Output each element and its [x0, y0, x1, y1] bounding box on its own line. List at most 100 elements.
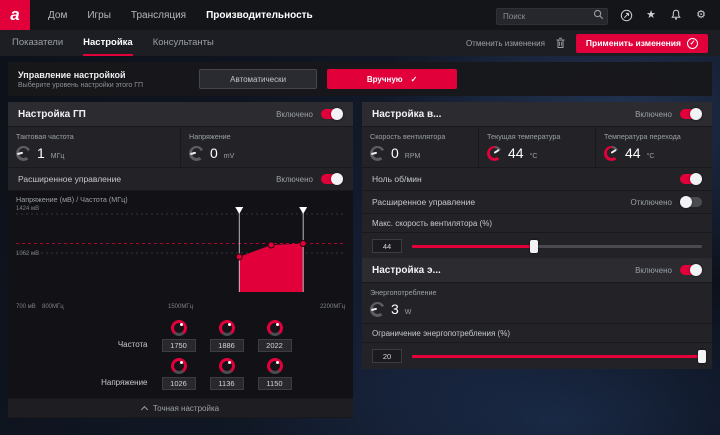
gauge-icon — [604, 145, 619, 161]
max-fan-speed-slider[interactable] — [412, 239, 702, 253]
star-icon[interactable]: ★ — [644, 8, 658, 22]
fan-advanced-toggle[interactable] — [680, 196, 702, 208]
fan-panel-header: Настройка в... Включено — [362, 102, 712, 126]
x-tick-label: 2200МГц — [319, 304, 345, 310]
voltage-value-1[interactable]: 1026 — [161, 377, 196, 390]
junction-temp-label: Температура перехода — [604, 132, 681, 141]
tab-metrics[interactable]: Показатели — [12, 30, 63, 56]
manual-mode-button[interactable]: Вручную ✓ — [327, 69, 458, 89]
power-panel-header: Настройка э... Включено — [362, 258, 712, 282]
voltage-frequency-curve[interactable] — [16, 207, 345, 293]
tuning-control-title: Управление настройкой — [18, 69, 126, 80]
nav-item-games[interactable]: Игры — [87, 10, 111, 21]
gpu-voltage-label: Напряжение — [189, 132, 231, 141]
current-temp-unit: °C — [529, 153, 538, 160]
current-temp-label: Текущая температура — [487, 132, 561, 141]
frequency-group-label: Частота — [117, 340, 148, 349]
zero-rpm-label: Ноль об/мин — [372, 174, 422, 184]
voltage-group-label: Напряжение — [101, 378, 148, 387]
voltage-knob-2[interactable] — [218, 358, 235, 374]
gpu-tuning-panel: Настройка ГП Включено Тактовая частота 1… — [8, 102, 353, 418]
auto-mode-button[interactable]: Автоматически — [199, 69, 318, 89]
gpu-panel-title: Настройка ГП — [18, 108, 86, 120]
tuning-control-strip: Управление настройкой Выберите уровень н… — [8, 62, 712, 96]
gpu-tuning-toggle[interactable] — [321, 108, 343, 120]
voltage-frequency-chart[interactable]: Напряжение (мВ) / Частота (МГц) 1424 мВ … — [8, 191, 353, 313]
gpu-advanced-label: Расширенное управление — [18, 174, 122, 184]
fan-speed-label: Скорость вентилятора — [370, 132, 446, 141]
frequency-value-2[interactable]: 1886 — [209, 339, 244, 352]
gpu-stats-row: Тактовая частота 1 МГц Напряжение 0 mV — [8, 127, 353, 167]
frequency-knob-2[interactable] — [218, 320, 235, 336]
power-limit-slider[interactable] — [412, 349, 706, 363]
gpu-panel-state: Включено — [276, 109, 313, 119]
nav-item-home[interactable]: Дом — [48, 10, 67, 21]
trash-icon[interactable] — [555, 37, 566, 49]
tuning-control-subtitle: Выберите уровень настройки этого ГП — [18, 81, 144, 89]
gauge-icon — [487, 145, 502, 161]
frequency-knob-group: Частота 1750 1886 2022 — [8, 317, 353, 355]
gpu-clock-label: Тактовая частота — [16, 132, 74, 141]
zero-rpm-toggle[interactable] — [680, 173, 702, 185]
power-label: Энергопотребление — [370, 288, 437, 297]
frequency-knob-1[interactable] — [170, 320, 187, 336]
power-stats-row: Энергопотребление 3 W — [362, 283, 712, 323]
amd-globe-icon[interactable] — [619, 8, 633, 22]
gpu-clock-stat: Тактовая частота 1 МГц — [8, 127, 180, 167]
fan-advanced-state: Отключено — [630, 197, 672, 207]
max-fan-speed-value[interactable]: 44 — [372, 239, 402, 253]
power-limit-slider-row: 20 — [362, 343, 712, 369]
power-tuning-toggle[interactable] — [680, 264, 702, 276]
search-input[interactable] — [496, 7, 608, 25]
gpu-advanced-toggle[interactable] — [321, 173, 343, 185]
fan-panel-title: Настройка в... — [372, 108, 442, 120]
chart-title: Напряжение (мВ) / Частота (МГц) — [16, 195, 128, 204]
voltage-value-2[interactable]: 1136 — [209, 377, 244, 390]
fan-tuning-toggle[interactable] — [680, 108, 702, 120]
amd-app-logo-icon[interactable]: a — [0, 0, 30, 30]
power-tuning-panel: Настройка э... Включено Энергопотреблени… — [362, 258, 712, 369]
frequency-knob-col: 2022 — [257, 320, 292, 352]
zero-rpm-row: Ноль об/мин — [362, 168, 712, 190]
fine-tuning-label: Точная настройка — [152, 403, 220, 413]
search-icon[interactable] — [593, 9, 604, 20]
voltage-value-3[interactable]: 1150 — [257, 377, 292, 390]
discard-changes-label[interactable]: Отменить изменения — [466, 39, 545, 48]
tuning-control-text: Управление настройкой Выберите уровень н… — [18, 70, 143, 89]
frequency-knob-3[interactable] — [266, 320, 283, 336]
check-icon: ✓ — [687, 37, 698, 49]
tab-tuning[interactable]: Настройка — [83, 30, 133, 56]
frequency-value-1[interactable]: 1750 — [161, 339, 196, 352]
power-value: 3 — [391, 301, 399, 317]
gpu-voltage-unit: mV — [223, 153, 235, 160]
power-limit-value[interactable]: 20 — [372, 349, 402, 363]
voltage-knob-1[interactable] — [170, 358, 187, 374]
apply-changes-button[interactable]: Применить изменения ✓ — [575, 33, 708, 53]
tab-advisors[interactable]: Консультанты — [153, 30, 214, 56]
bell-icon[interactable] — [669, 8, 683, 22]
fan-advanced-row: Расширенное управление Отключено — [362, 191, 712, 213]
current-temp-stat: Текущая температура 44 °C — [479, 127, 595, 167]
gpu-panel-header: Настройка ГП Включено — [8, 102, 353, 126]
check-icon: ✓ — [410, 74, 418, 84]
voltage-knob-col: 1136 — [209, 358, 244, 390]
frequency-value-3[interactable]: 2022 — [257, 339, 292, 352]
max-fan-speed-slider-row: 44 — [362, 233, 712, 259]
gear-icon[interactable]: ⚙ — [694, 8, 708, 22]
curve-knob-area: Частота 1750 1886 2022 Напряжение 1026 1… — [8, 313, 353, 398]
voltage-knob-group: Напряжение 1026 1136 1150 — [8, 355, 353, 393]
junction-temp-unit: °C — [646, 153, 655, 160]
power-unit: W — [404, 309, 412, 316]
chevron-up-icon — [140, 405, 148, 414]
nav-item-streaming[interactable]: Трансляция — [131, 10, 186, 21]
gpu-voltage-value: 0 — [210, 145, 218, 161]
nav-item-performance[interactable]: Производительность — [206, 10, 313, 21]
voltage-knob-3[interactable] — [266, 358, 283, 374]
slider-handle[interactable] — [529, 239, 538, 253]
gpu-advanced-state: Включено — [276, 174, 313, 184]
fine-tuning-collapse[interactable]: Точная настройка — [8, 399, 353, 417]
current-temp-value: 44 — [508, 145, 524, 161]
slider-handle[interactable] — [698, 349, 706, 363]
fan-speed-stat: Скорость вентилятора 0 RPM — [362, 127, 478, 167]
max-fan-speed-label: Макс. скорость вентилятора (%) — [372, 218, 492, 228]
